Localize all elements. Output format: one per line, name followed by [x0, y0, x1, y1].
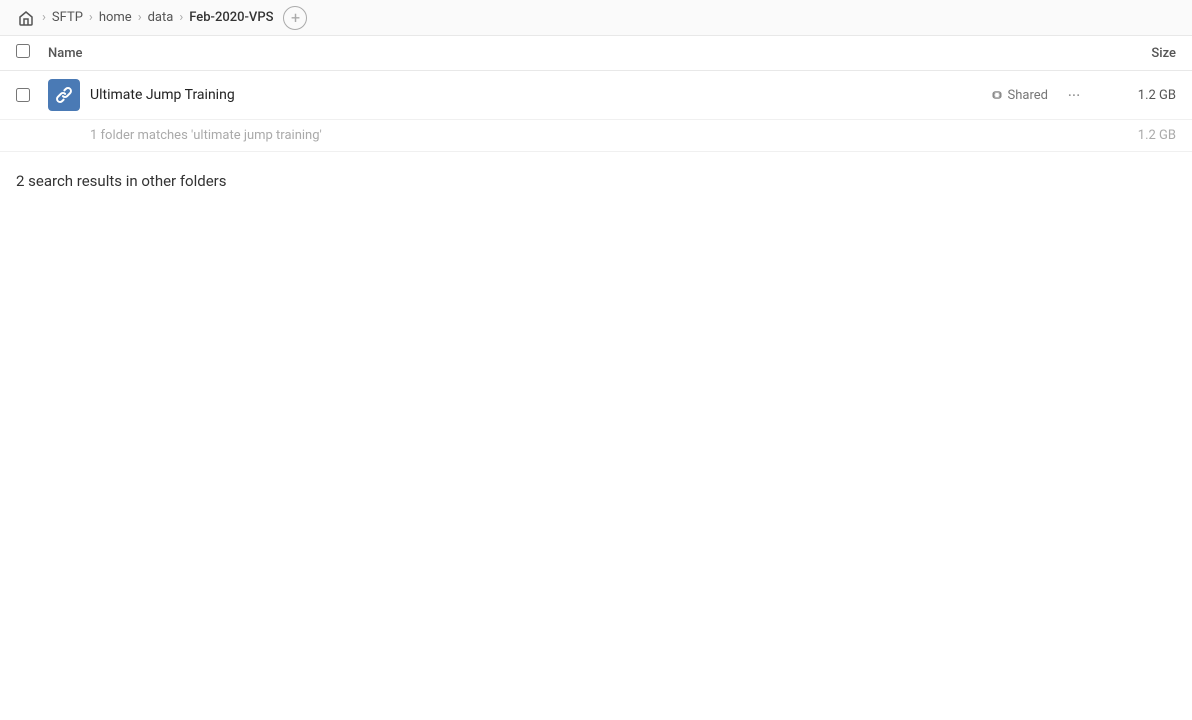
breadcrumb-sep-2: › — [138, 10, 142, 25]
ellipsis-icon: ··· — [1068, 86, 1081, 105]
breadcrumb-item-sftp[interactable]: SFTP — [48, 8, 87, 27]
add-button[interactable]: + — [283, 6, 307, 30]
topbar: › SFTP › home › data › Feb-2020-VPS + — [0, 0, 1192, 36]
match-info-row: 1 folder matches 'ultimate jump training… — [0, 120, 1192, 152]
breadcrumb-sep-1: › — [89, 10, 93, 25]
folder-icon — [48, 79, 80, 111]
column-header-row: Name Size — [0, 36, 1192, 71]
file-size-value: 1.2 GB — [1096, 88, 1176, 103]
match-info-size: 1.2 GB — [1138, 128, 1176, 143]
select-all-checkbox[interactable] — [16, 44, 40, 62]
breadcrumb-sep-3: › — [179, 10, 183, 25]
home-icon[interactable] — [12, 4, 40, 32]
link-shared-icon — [990, 88, 1004, 102]
breadcrumb: › SFTP › home › data › Feb-2020-VPS + — [12, 4, 307, 32]
size-column-header: Size — [1096, 46, 1176, 61]
name-column-header: Name — [48, 46, 1096, 61]
match-info-text: 1 folder matches 'ultimate jump training… — [90, 128, 322, 143]
row-checkbox-container[interactable] — [16, 88, 40, 102]
breadcrumb-item-home[interactable]: home — [95, 8, 136, 27]
breadcrumb-item-feb2020vps[interactable]: Feb-2020-VPS — [185, 8, 277, 27]
breadcrumb-item-data[interactable]: data — [144, 8, 178, 27]
folder-icon-box — [48, 79, 80, 111]
more-options-button[interactable]: ··· — [1060, 81, 1088, 109]
shared-badge: Shared — [990, 88, 1048, 103]
breadcrumb-sep-0: › — [42, 10, 46, 25]
shared-label: Shared — [1008, 88, 1048, 103]
other-folders-title: 2 search results in other folders — [16, 172, 1176, 190]
row-checkbox[interactable] — [16, 88, 30, 102]
file-row[interactable]: Ultimate Jump Training Shared ··· 1.2 GB — [0, 71, 1192, 120]
select-all-input[interactable] — [16, 44, 30, 58]
link-icon — [54, 85, 74, 105]
file-name-label: Ultimate Jump Training — [90, 87, 990, 103]
other-folders-section: 2 search results in other folders — [0, 152, 1192, 202]
